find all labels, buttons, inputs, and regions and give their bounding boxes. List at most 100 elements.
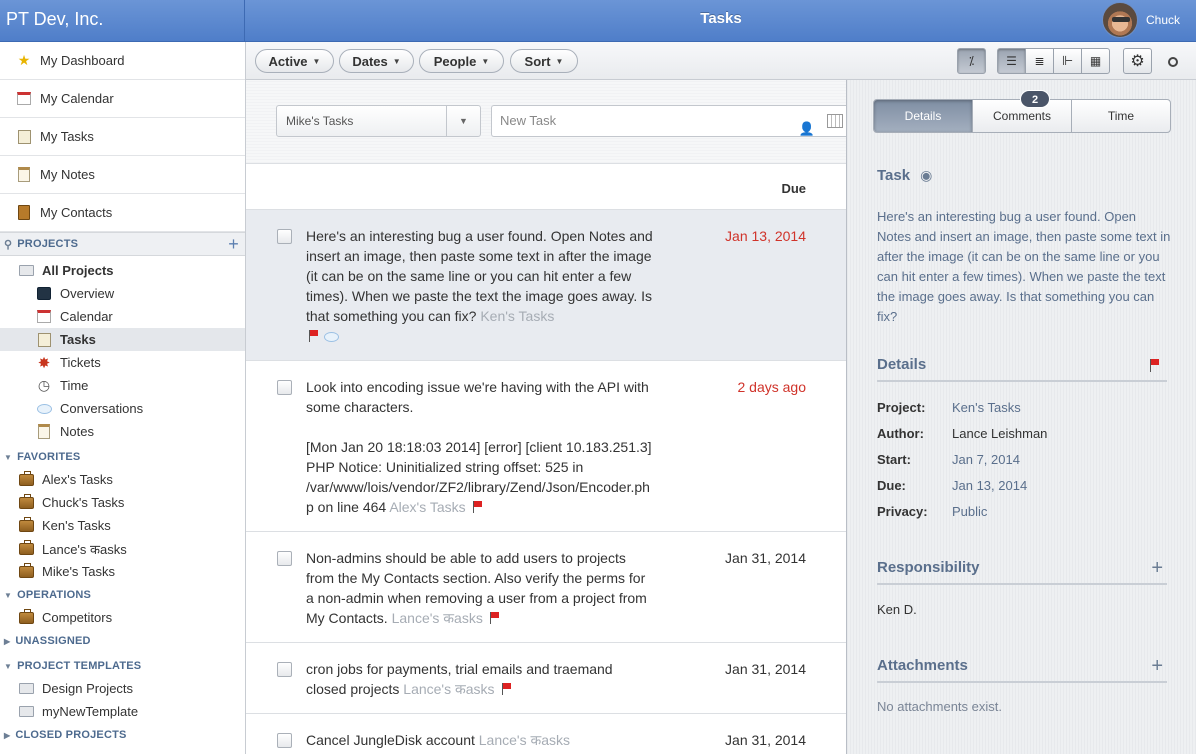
- sidebar-item-conversations[interactable]: Conversations: [0, 397, 245, 420]
- task-checkbox[interactable]: [277, 551, 292, 566]
- flag-icon: [489, 612, 499, 624]
- task-row[interactable]: Look into encoding issue we're having wi…: [246, 361, 846, 532]
- due-column-header[interactable]: Due: [246, 164, 846, 210]
- briefcase-icon: [18, 470, 34, 488]
- caret-down-icon: ▼: [392, 56, 401, 66]
- task-project[interactable]: Lance's कasks: [403, 681, 494, 697]
- add-attachment-icon[interactable]: +: [1151, 651, 1163, 681]
- caret-down-icon: ▼: [312, 56, 321, 66]
- no-attachments-text: No attachments exist.: [877, 699, 1002, 714]
- detail-due-row[interactable]: Due: Jan 13, 2014: [877, 476, 1027, 496]
- task-checkbox[interactable]: [277, 733, 292, 748]
- sidebar-item-tickets[interactable]: ✸ Tickets: [0, 351, 245, 374]
- task-checkbox[interactable]: [277, 662, 292, 677]
- chevron-right-icon: ▶: [4, 730, 11, 740]
- sidebar-item-favorite[interactable]: Alex's Tasks: [0, 468, 245, 491]
- favorites-header[interactable]: ▼ FAVORITES: [0, 446, 245, 468]
- people-filter-button[interactable]: People ▼: [419, 49, 504, 73]
- sidebar-item-notes[interactable]: Notes: [0, 420, 245, 443]
- avatar[interactable]: [1102, 2, 1138, 38]
- grid-view-button[interactable]: ▦: [1081, 48, 1110, 74]
- task-description[interactable]: Here's an interesting bug a user found. …: [877, 207, 1172, 327]
- gantt-view-button[interactable]: ⊩: [1053, 48, 1082, 74]
- folder-icon: [18, 263, 34, 279]
- sidebar-item-favorite[interactable]: Lance's कasks: [0, 537, 245, 560]
- active-filter-button[interactable]: Active ▼: [255, 49, 334, 73]
- tab-comments[interactable]: Comments 2: [973, 90, 1072, 132]
- sort-button[interactable]: Sort ▼: [510, 49, 578, 73]
- task-row[interactable]: Here's an interesting bug a user found. …: [246, 210, 846, 361]
- tab-details[interactable]: Details: [874, 100, 973, 132]
- sidebar-item-time[interactable]: ◷ Time: [0, 374, 245, 397]
- task-project[interactable]: Lance's कasks: [392, 610, 483, 626]
- task-checkbox[interactable]: [277, 229, 292, 244]
- compact-list-view-button[interactable]: ≣: [1025, 48, 1054, 74]
- contacts-icon: [16, 205, 32, 221]
- chevron-down-icon[interactable]: ▼: [446, 106, 480, 136]
- briefcase-icon: [18, 562, 34, 580]
- sidebar-item-favorite[interactable]: Mike's Tasks: [0, 560, 245, 583]
- task-project[interactable]: Alex's Tasks: [389, 499, 465, 515]
- task-checkbox[interactable]: [277, 380, 292, 395]
- sidebar-item-template[interactable]: myNewTemplate: [0, 700, 245, 723]
- comment-icon: [324, 332, 339, 342]
- add-project-icon[interactable]: +: [228, 234, 239, 255]
- search-button[interactable]: [1162, 51, 1184, 73]
- unassigned-header[interactable]: ▶ UNASSIGNED: [0, 630, 245, 652]
- sidebar-item-my-calendar[interactable]: My Calendar: [0, 80, 245, 118]
- sidebar-item-my-dashboard[interactable]: ★ My Dashboard: [0, 42, 245, 80]
- detail-author-row[interactable]: Author: Lance Leishman: [877, 424, 1047, 444]
- sidebar-item-calendar[interactable]: Calendar: [0, 305, 245, 328]
- percent-view-button[interactable]: ⁒: [957, 48, 986, 74]
- flag-icon[interactable]: [1149, 359, 1159, 372]
- sidebar-item-template[interactable]: Design Projects: [0, 677, 245, 700]
- task-row[interactable]: Cancel JungleDisk account Lance's कasks …: [246, 714, 846, 754]
- sidebar-item-my-contacts[interactable]: My Contacts: [0, 194, 245, 232]
- dates-filter-button[interactable]: Dates ▼: [339, 49, 414, 73]
- folder-icon: [18, 704, 34, 720]
- task-list-select[interactable]: Mike's Tasks ▼: [276, 105, 481, 137]
- assign-person-icon[interactable]: 👤: [799, 114, 815, 144]
- add-responsibility-icon[interactable]: +: [1151, 553, 1163, 583]
- folder-icon: [18, 681, 34, 697]
- settings-button[interactable]: ⚙: [1123, 48, 1152, 74]
- sidebar-item-tasks[interactable]: Tasks: [0, 328, 245, 351]
- search-icon: [1168, 57, 1178, 67]
- task-project[interactable]: Lance's कasks: [479, 732, 570, 748]
- project-templates-header[interactable]: ▼ PROJECT TEMPLATES: [0, 655, 245, 677]
- tab-time[interactable]: Time: [1072, 100, 1170, 132]
- closed-projects-header[interactable]: ▶ CLOSED PROJECTS: [0, 724, 245, 746]
- sidebar-item-favorite[interactable]: Chuck's Tasks: [0, 491, 245, 514]
- sidebar-item-competitors[interactable]: Competitors: [0, 606, 245, 629]
- sidebar-item-overview[interactable]: Overview: [0, 282, 245, 305]
- list-comfortable-icon: ☰: [1006, 54, 1017, 68]
- checklist-icon: [16, 129, 32, 145]
- sidebar-item-my-notes[interactable]: My Notes: [0, 156, 245, 194]
- sidebar-item-label: My Tasks: [40, 129, 94, 144]
- eye-icon[interactable]: ◉: [920, 160, 932, 190]
- checklist-icon: [36, 332, 52, 348]
- projects-header[interactable]: ⚲ PROJECTS +: [0, 232, 245, 256]
- task-row[interactable]: cron jobs for payments, trial emails and…: [246, 643, 846, 714]
- chevron-down-icon: ▼: [4, 590, 13, 600]
- task-row[interactable]: Non-admins should be able to add users t…: [246, 532, 846, 643]
- user-name[interactable]: Chuck: [1146, 0, 1180, 40]
- calendar-icon[interactable]: [827, 114, 843, 128]
- operations-header[interactable]: ▼ OPERATIONS: [0, 584, 245, 606]
- sidebar-item-favorite[interactable]: Ken's Tasks: [0, 514, 245, 537]
- new-task-input[interactable]: New Task 👤: [491, 105, 846, 137]
- detail-project-row[interactable]: Project: Ken's Tasks: [877, 398, 1021, 418]
- detail-privacy-row[interactable]: Privacy: Public: [877, 502, 987, 522]
- sidebar-item-my-tasks[interactable]: My Tasks: [0, 118, 245, 156]
- task-project[interactable]: Ken's Tasks: [480, 308, 554, 324]
- details-section-header: Details: [877, 350, 1167, 382]
- app-window: PT Dev, Inc. Tasks Chuck ★ My Dashboard M…: [0, 0, 1196, 754]
- comfortable-list-view-button[interactable]: ☰: [997, 48, 1026, 74]
- company-name[interactable]: PT Dev, Inc.: [0, 0, 245, 42]
- task-due-date: Jan 31, 2014: [725, 661, 806, 677]
- flag-icon: [472, 501, 482, 513]
- sidebar: ★ My Dashboard My Calendar My Tasks My No…: [0, 42, 246, 754]
- detail-start-row[interactable]: Start: Jan 7, 2014: [877, 450, 1020, 470]
- notes-icon: [16, 167, 32, 183]
- sidebar-item-all-projects[interactable]: All Projects: [0, 259, 245, 282]
